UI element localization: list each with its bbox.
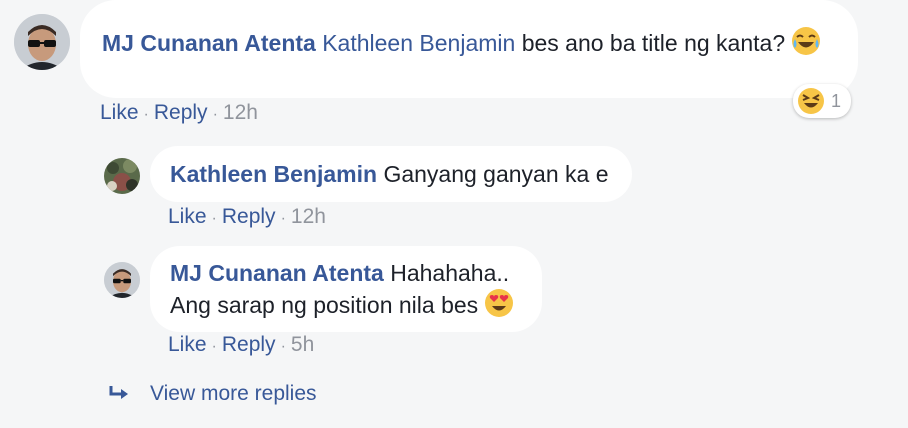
avatar-mj[interactable] [14,14,70,70]
separator-dot: · [212,106,218,123]
reply-bubble: MJ Cunanan Atenta Hahahaha.. Ang sarap n… [150,246,542,332]
separator-dot: · [211,210,217,227]
view-more-replies-label[interactable]: View more replies [150,382,317,406]
reply-content-line2: Ang sarap ng position nila bes [170,288,522,320]
joy-emoji-icon [792,27,821,55]
heart-eyes-emoji-icon [485,289,514,317]
reply-arrow-icon [109,386,128,399]
comment-text: bes ano ba title ng kanta? [521,30,786,56]
avatar-photo-mj [104,262,140,298]
like-link[interactable]: Like [168,333,207,356]
reply-author[interactable]: MJ Cunanan Atenta [170,260,384,286]
like-link[interactable]: Like [168,205,207,228]
separator-dot: · [143,106,149,123]
timestamp[interactable]: 12h [223,101,258,124]
avatar-mj[interactable] [104,262,140,298]
separator-dot: · [280,338,286,355]
separator-dot: · [211,338,217,355]
reply-bubble: Kathleen Benjamin Ganyang ganyan ka e [150,146,632,202]
timestamp[interactable]: 5h [291,333,314,356]
reaction-count-badge[interactable]: 1 [793,84,852,118]
avatar-kathleen[interactable] [104,158,140,194]
comment-mention[interactable]: Kathleen Benjamin [322,30,515,56]
separator-dot: · [280,210,286,227]
timestamp[interactable]: 12h [291,205,326,228]
laughing-emoji-icon [798,88,824,114]
reply-link[interactable]: Reply [154,101,208,124]
reply-content: MJ Cunanan Atenta Hahahaha.. [170,258,522,288]
reply-link[interactable]: Reply [222,333,276,356]
comment-author[interactable]: MJ Cunanan Atenta [102,30,316,56]
comment-bubble: MJ Cunanan Atenta Kathleen Benjamin bes … [80,0,858,98]
reaction-count: 1 [831,90,842,111]
avatar-photo-mj [14,14,70,70]
view-more-replies-button[interactable]: View more replies [108,382,317,406]
reply-text: Ganyang ganyan ka e [383,161,609,187]
reply-text-line1: Hahahaha.. [390,260,510,286]
reply-actions: Like · Reply · 5h [168,332,314,360]
reply-content: Kathleen Benjamin Ganyang ganyan ka e [170,159,612,189]
avatar-photo-kathleen [104,158,140,194]
comment-content: MJ Cunanan Atenta Kathleen Benjamin bes … [102,26,836,58]
comment-actions: Like · Reply · 12h [100,100,258,128]
like-link[interactable]: Like [100,101,139,124]
reply-link[interactable]: Reply [222,205,276,228]
reply-actions: Like · Reply · 12h [168,204,326,232]
reply-author[interactable]: Kathleen Benjamin [170,161,377,187]
reply-text-line2: Ang sarap ng position nila bes [170,292,479,318]
